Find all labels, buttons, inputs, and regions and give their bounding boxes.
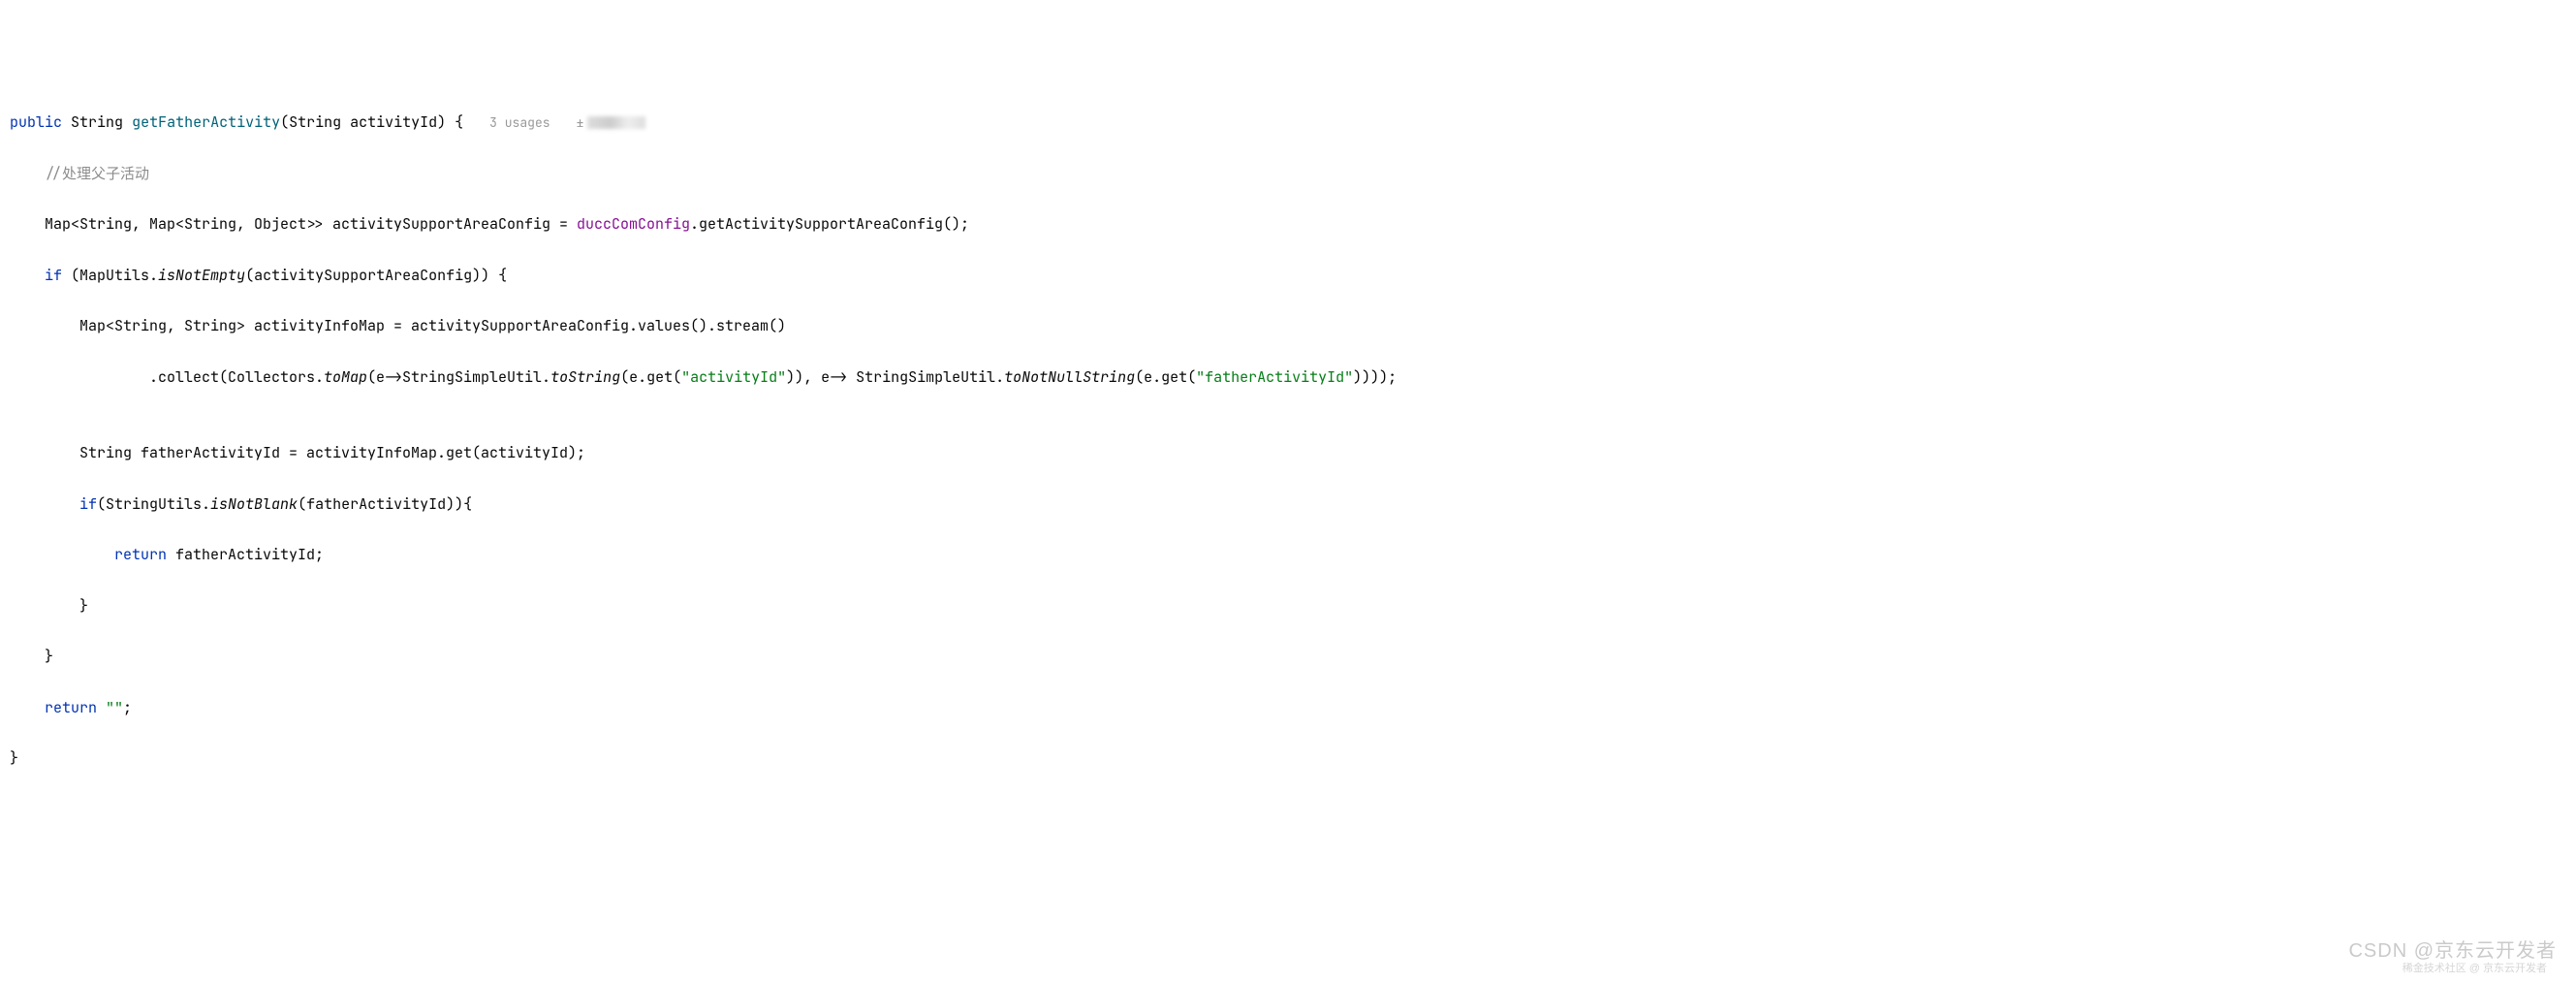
code-line: } xyxy=(10,593,2576,618)
method-call: .getActivitySupportAreaConfig(); xyxy=(690,214,969,234)
semicolon: ; xyxy=(123,698,132,717)
father-decl: String fatherActivityId = activityInfoMa… xyxy=(79,443,585,462)
text: (e.get( xyxy=(620,367,681,387)
code-line: .collect(Collectors.toMap(e->StringSimpl… xyxy=(10,365,2576,390)
text: (MapUtils. xyxy=(62,266,158,285)
string-literal: "fatherActivityId" xyxy=(1196,367,1353,387)
text: (e.get( xyxy=(1135,367,1196,387)
map-declaration: Map<String, Map<String, Object>> activit… xyxy=(45,214,577,234)
text: fatherActivityId; xyxy=(167,545,324,564)
static-method: toNotNullString xyxy=(1004,367,1135,387)
usages-hint[interactable]: 3 usages xyxy=(489,114,550,131)
code-line: } xyxy=(10,745,2576,771)
keyword-return: return xyxy=(114,545,167,564)
string-literal: "activityId" xyxy=(681,367,786,387)
static-method: toString xyxy=(550,367,620,387)
author-blur xyxy=(587,116,645,129)
code-line: Map<String, Map<String, Object>> activit… xyxy=(10,211,2576,237)
close-brace: } xyxy=(10,748,18,768)
field-ref: duccComConfig xyxy=(577,214,690,234)
code-line: return fatherActivityId; xyxy=(10,542,2576,567)
code-line: return ""; xyxy=(10,695,2576,720)
code-line: String fatherActivityId = activityInfoMa… xyxy=(10,440,2576,465)
code-line: } xyxy=(10,644,2576,669)
code-line: //处理父子活动 xyxy=(10,161,2576,186)
method-name: getFatherActivity xyxy=(132,112,280,132)
keyword-public: public xyxy=(10,112,62,132)
keyword-return: return xyxy=(45,698,97,717)
code-line: if(StringUtils.isNotBlank(fatherActivity… xyxy=(10,492,2576,517)
static-method: isNotBlank xyxy=(210,494,298,514)
param-type: String xyxy=(289,112,341,132)
text: )))); xyxy=(1353,367,1397,387)
text: (activitySupportAreaConfig)) { xyxy=(245,266,507,285)
watermark-sub: 稀金技术社区 @ 京东云开发者 xyxy=(2403,960,2547,978)
author-hint: ± xyxy=(577,114,584,131)
comment: //处理父子活动 xyxy=(45,164,149,183)
info-map-decl: Map<String, String> activityInfoMap = ac… xyxy=(79,316,786,335)
text: .collect(Collectors. xyxy=(149,367,324,387)
param-name: activityId xyxy=(350,112,437,132)
string-literal: "" xyxy=(97,698,123,717)
text: (StringUtils. xyxy=(97,494,210,514)
static-method: toMap xyxy=(324,367,367,387)
code-line: public String getFatherActivity(String a… xyxy=(10,110,2576,135)
code-line: if (MapUtils.isNotEmpty(activitySupportA… xyxy=(10,263,2576,288)
close-brace: } xyxy=(79,596,88,616)
keyword-if: if xyxy=(79,494,97,514)
static-method: isNotEmpty xyxy=(158,266,245,285)
code-line: Map<String, String> activityInfoMap = ac… xyxy=(10,313,2576,338)
type: String xyxy=(71,112,123,132)
code-editor[interactable]: public String getFatherActivity(String a… xyxy=(10,110,2576,772)
text: )), e-> StringSimpleUtil. xyxy=(786,367,1004,387)
text: (fatherActivityId)){ xyxy=(298,494,472,514)
close-brace: } xyxy=(45,647,53,666)
keyword-if: if xyxy=(45,266,62,285)
text: (e->StringSimpleUtil. xyxy=(367,367,550,387)
